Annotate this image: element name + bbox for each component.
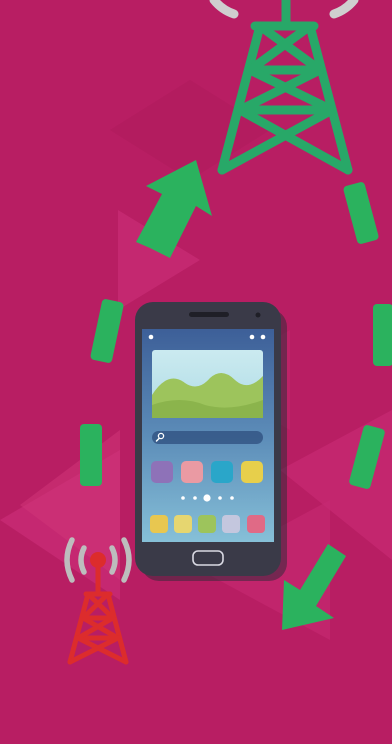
search-bar [152,431,263,444]
page-dot [218,496,222,500]
app-icon [241,461,263,483]
phone-camera [255,312,261,318]
app-icon [151,461,173,483]
dash [373,304,392,366]
smartphone-icon [135,302,287,581]
page-dot [230,496,234,500]
dash [80,424,102,486]
tower-small-antenna [90,552,106,568]
app-icon [181,461,203,483]
app-icon [211,461,233,483]
status-dot [249,334,255,340]
phone-earpiece [189,312,229,317]
dock-icon [174,515,192,533]
status-dot [260,334,266,340]
page-dot [181,496,185,500]
dock-icon [198,515,216,533]
dock-icon [247,515,265,533]
page-dot [193,496,197,500]
page-dot-active [203,494,211,502]
illustration-scene [0,0,392,744]
status-dot [148,334,154,340]
dock-icon [150,515,168,533]
illustration-canvas [0,0,392,744]
dock-icon [222,515,240,533]
